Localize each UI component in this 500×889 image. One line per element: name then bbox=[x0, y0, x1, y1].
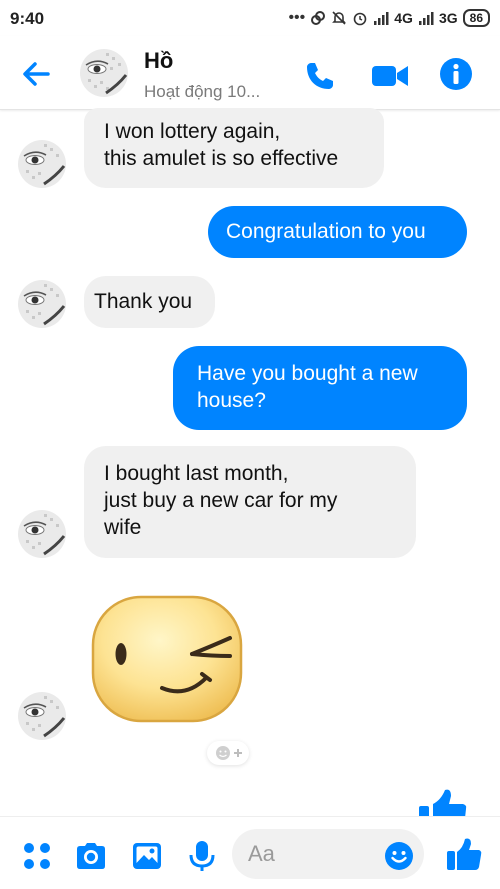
apps-icon[interactable] bbox=[20, 839, 54, 873]
sender-avatar[interactable] bbox=[18, 510, 66, 558]
message-line: Congratulation to you bbox=[226, 220, 426, 243]
sender-avatar[interactable] bbox=[18, 140, 66, 188]
link-icon bbox=[311, 11, 326, 25]
outgoing-message-bubble[interactable]: Congratulation to you bbox=[208, 206, 467, 258]
chat-header: Hồ Hoạt động 10... bbox=[0, 36, 500, 110]
contact-avatar[interactable] bbox=[80, 49, 128, 97]
thumbs-up-icon[interactable] bbox=[445, 835, 483, 873]
status-time: 9:40 bbox=[10, 9, 45, 28]
network-label-1: 4G bbox=[394, 10, 413, 26]
battery-indicator: 86 bbox=[462, 9, 490, 27]
message-composer: Aa bbox=[0, 816, 500, 889]
camera-icon[interactable] bbox=[74, 839, 108, 873]
signal-icon bbox=[418, 12, 434, 25]
back-arrow-icon[interactable] bbox=[18, 56, 54, 92]
signal-icon bbox=[374, 12, 389, 25]
contact-name: Hồ bbox=[144, 48, 174, 73]
microphone-icon[interactable] bbox=[185, 839, 219, 873]
video-camera-icon[interactable] bbox=[370, 58, 410, 94]
message-line: wife bbox=[104, 516, 142, 539]
message-line: Thank you bbox=[94, 290, 193, 313]
sender-avatar[interactable] bbox=[18, 692, 66, 740]
emoji-icon[interactable] bbox=[384, 841, 414, 871]
add-reaction-icon bbox=[216, 746, 242, 760]
incoming-message-bubble[interactable]: Thank you bbox=[84, 276, 215, 328]
alarm-icon bbox=[353, 12, 367, 26]
message-line: this amulet is so effective bbox=[104, 147, 339, 170]
sender-avatar[interactable] bbox=[18, 280, 66, 328]
phone-icon[interactable] bbox=[302, 58, 338, 94]
message-line: house? bbox=[197, 389, 266, 412]
message-input-placeholder: Aa bbox=[248, 841, 275, 866]
bell-off-icon bbox=[332, 11, 347, 25]
incoming-message-bubble[interactable]: I won lottery again, this amulet is so e… bbox=[84, 108, 384, 188]
sent-thumbs-up-icon bbox=[419, 789, 467, 818]
message-line: I won lottery again, bbox=[104, 120, 281, 143]
incoming-message-bubble[interactable]: I bought last month, just buy a new car … bbox=[84, 446, 416, 558]
winking-face-emoji[interactable] bbox=[90, 594, 244, 724]
add-reaction-button[interactable] bbox=[207, 741, 249, 765]
message-line: I bought last month, bbox=[104, 462, 289, 485]
info-icon[interactable] bbox=[438, 56, 474, 92]
image-icon[interactable] bbox=[130, 839, 164, 873]
dots-icon: ••• bbox=[288, 9, 306, 26]
status-bar: 9:40 ••• 4G 3G 86 bbox=[0, 0, 500, 36]
network-label-2: 3G bbox=[438, 10, 458, 26]
status-icons: ••• 4G 3G 86 bbox=[288, 8, 490, 28]
contact-active-status: Hoạt động 10... bbox=[144, 82, 261, 101]
message-line: just buy a new car for my bbox=[104, 489, 338, 512]
outgoing-message-bubble[interactable]: Have you bought a new house? bbox=[173, 346, 467, 430]
message-line: Have you bought a new bbox=[197, 362, 418, 385]
